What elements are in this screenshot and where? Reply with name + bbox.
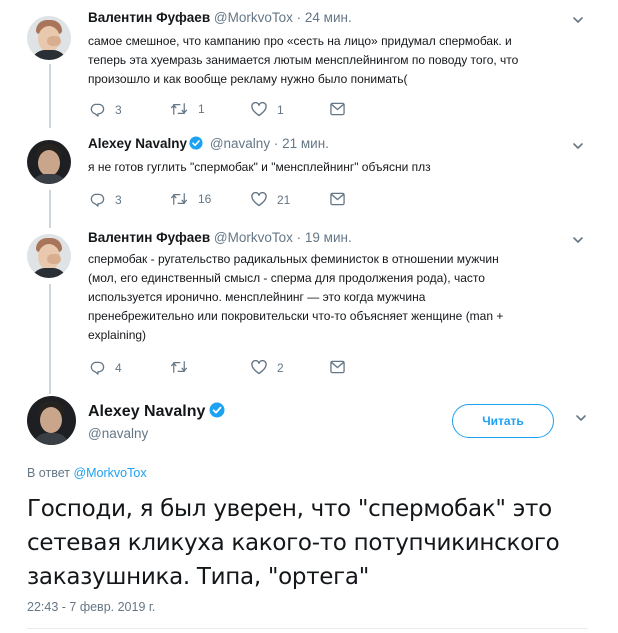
author-name[interactable]: Валентин Фуфаев <box>88 230 210 245</box>
verified-icon <box>209 402 225 418</box>
like-icon <box>251 102 267 117</box>
tweet-header: Валентин Фуфаев @MorkvoTox · 19 мин. <box>88 230 352 245</box>
reply-icon <box>90 361 105 375</box>
author-handle[interactable]: @navalny <box>210 136 270 151</box>
like-button[interactable]: 2 <box>251 360 284 375</box>
retweet-button[interactable] <box>170 360 198 374</box>
tweet-time[interactable]: 19 мин. <box>305 230 352 245</box>
tweet-time[interactable]: 21 мин. <box>282 136 329 151</box>
dm-icon <box>330 360 345 374</box>
caret-down-icon[interactable] <box>572 234 584 246</box>
retweet-icon <box>170 193 188 205</box>
separator-dot: · <box>296 230 302 245</box>
retweet-button[interactable]: 1 <box>170 102 205 116</box>
tweet-text: самое смешное, что кампанию про «сесть н… <box>88 34 519 86</box>
tweet-time[interactable]: 24 мин. <box>305 10 352 25</box>
tweet-actions: 3 16 21 <box>88 192 388 210</box>
like-count: 21 <box>277 192 291 207</box>
main-tweet-text: Господи, я был уверен, что "спермобак" э… <box>27 496 560 590</box>
retweet-count: 16 <box>198 192 212 206</box>
like-button[interactable]: 1 <box>251 102 284 117</box>
reply-prefix: В ответ <box>27 466 74 480</box>
like-button[interactable]: 21 <box>251 192 290 207</box>
avatar[interactable] <box>27 16 71 60</box>
author-name[interactable]: Alexey Navalny <box>88 136 187 151</box>
like-count: 2 <box>277 360 284 375</box>
separator-dot: · <box>296 10 302 25</box>
tweet-actions: 3 1 1 <box>88 102 388 120</box>
thread-tweet[interactable]: Валентин Фуфаев @MorkvoTox · 24 мин. сам… <box>0 0 618 128</box>
author-handle[interactable]: @MorkvoTox <box>214 10 293 25</box>
reply-button[interactable]: 3 <box>90 102 122 117</box>
tweet-header: Alexey Navalny @navalny · 21 мин. <box>88 136 329 151</box>
reply-count: 3 <box>115 192 122 207</box>
tweet-text: я не готов гуглить "спермобак" и "менспл… <box>88 160 431 174</box>
separator-dot: · <box>273 136 279 151</box>
divider <box>27 628 588 629</box>
main-author-line: Alexey Navalny <box>88 402 228 421</box>
retweet-count: 1 <box>198 102 205 116</box>
reply-icon <box>90 193 105 207</box>
dm-icon <box>330 102 345 116</box>
dm-button[interactable] <box>330 360 345 374</box>
like-icon <box>251 192 267 207</box>
like-count: 1 <box>277 102 284 117</box>
avatar[interactable] <box>27 234 71 278</box>
dm-icon <box>330 192 345 206</box>
retweet-icon <box>170 103 188 115</box>
main-author-handle[interactable]: @navalny <box>88 426 148 441</box>
tweet-text: спермобак - ругательство радикальных фем… <box>88 252 504 342</box>
author-handle[interactable]: @MorkvoTox <box>214 230 293 245</box>
follow-button[interactable]: Читать <box>452 404 554 438</box>
reply-count: 4 <box>115 360 122 375</box>
thread-tweet[interactable]: Валентин Фуфаев @MorkvoTox · 19 мин. спе… <box>0 224 618 384</box>
dm-button[interactable] <box>330 192 345 206</box>
retweet-icon <box>170 361 188 373</box>
reply-context: В ответ @MorkvoTox <box>27 466 147 480</box>
tweet-header: Валентин Фуфаев @MorkvoTox · 24 мин. <box>88 10 352 25</box>
reply-count: 3 <box>115 102 122 117</box>
verified-icon <box>189 136 203 150</box>
reply-icon <box>90 103 105 117</box>
tweet-actions: 4 2 <box>88 360 388 378</box>
main-avatar[interactable] <box>27 396 76 445</box>
author-name[interactable]: Валентин Фуфаев <box>88 10 210 25</box>
avatar[interactable] <box>27 140 71 184</box>
retweet-button[interactable]: 16 <box>170 192 211 206</box>
main-timestamp[interactable]: 22:43 - 7 февр. 2019 г. <box>27 600 155 614</box>
caret-down-icon[interactable] <box>575 412 587 424</box>
caret-down-icon[interactable] <box>572 140 584 152</box>
main-author-name[interactable]: Alexey Navalny <box>88 403 205 420</box>
like-icon <box>251 360 267 375</box>
reply-button[interactable]: 3 <box>90 192 122 207</box>
caret-down-icon[interactable] <box>572 14 584 26</box>
reply-button[interactable]: 4 <box>90 360 122 375</box>
reply-to-link[interactable]: @MorkvoTox <box>73 466 146 480</box>
dm-button[interactable] <box>330 102 345 116</box>
thread-tweet[interactable]: Alexey Navalny @navalny · 21 мин. я не г… <box>0 128 618 224</box>
